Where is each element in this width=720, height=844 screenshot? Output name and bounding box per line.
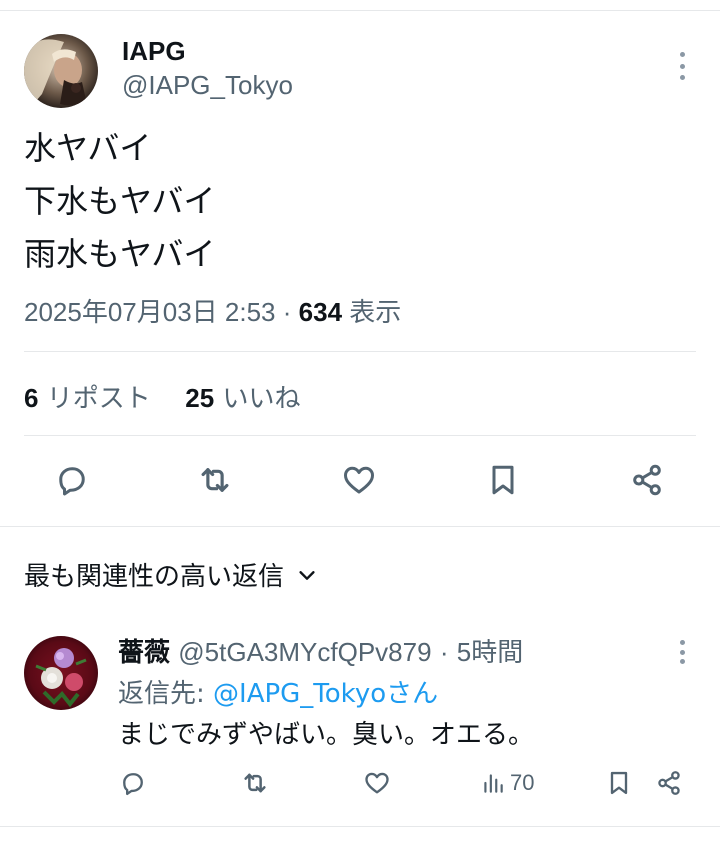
reply-author-display-name[interactable]: 薔薇 bbox=[118, 638, 170, 668]
replies-sort-dropdown[interactable]: 最も関連性の高い返信 bbox=[24, 556, 318, 593]
views-count: 634 bbox=[298, 297, 343, 327]
share-icon bbox=[633, 464, 661, 496]
avatar-image bbox=[24, 636, 98, 710]
reply-time[interactable]: 5時間 bbox=[457, 637, 523, 667]
like-icon bbox=[365, 772, 389, 794]
divider bbox=[24, 351, 696, 352]
reply-header: 薔薇 @5tGA3MYcfQPv879 · 5時間 bbox=[118, 632, 523, 669]
more-options-icon[interactable] bbox=[676, 52, 688, 80]
repost-button[interactable] bbox=[193, 458, 237, 502]
reply-like-button[interactable] bbox=[360, 766, 394, 800]
share-icon bbox=[658, 771, 680, 795]
analytics-icon bbox=[484, 774, 503, 793]
more-options-icon[interactable] bbox=[676, 640, 688, 664]
like-icon bbox=[344, 466, 374, 494]
tweet-stats: 6 リポスト 25 いいね bbox=[24, 378, 300, 415]
author-avatar[interactable] bbox=[24, 34, 98, 108]
chevron-down-icon bbox=[299, 570, 315, 580]
tweet-text-line-3: 雨水もヤバイ bbox=[24, 235, 216, 273]
author-handle[interactable]: @IAPG_Tokyo bbox=[122, 70, 293, 101]
bookmark-icon bbox=[492, 465, 514, 495]
reply-to-line: 返信先: @IAPG_Tokyoさん bbox=[118, 673, 438, 710]
tweet-meta: 2025年07月03日 2:53 · 634 表示 bbox=[24, 292, 401, 329]
tweet-timestamp[interactable]: 2025年07月03日 2:53 bbox=[24, 297, 276, 327]
repost-icon bbox=[201, 468, 229, 492]
repost-icon bbox=[244, 773, 266, 793]
bookmark-button[interactable] bbox=[481, 458, 525, 502]
bookmark-icon bbox=[610, 771, 628, 795]
reposts-label: リポスト bbox=[46, 384, 151, 414]
top-divider bbox=[0, 10, 720, 11]
reply-reply-button[interactable] bbox=[116, 766, 150, 800]
views-label: 表示 bbox=[349, 297, 402, 327]
divider bbox=[24, 435, 696, 436]
reply-share-button[interactable] bbox=[652, 766, 686, 800]
reply-author-avatar[interactable] bbox=[24, 636, 98, 710]
reply-button[interactable] bbox=[50, 458, 94, 502]
reply-icon bbox=[123, 773, 143, 796]
reply-author-handle[interactable]: @5tGA3MYcfQPv879 bbox=[178, 637, 431, 667]
reply-to-prefix: 返信先: bbox=[118, 679, 214, 709]
reply-views-count: 70 bbox=[510, 770, 535, 795]
reply-text: まじでみずやばい。臭い。オエる。 bbox=[118, 720, 535, 750]
likes-stat[interactable]: 25 いいね bbox=[185, 383, 301, 414]
tweet-text-line-2: 下水もヤバイ bbox=[24, 182, 216, 220]
reposts-stat[interactable]: 6 リポスト bbox=[24, 383, 151, 414]
reply-repost-button[interactable] bbox=[238, 766, 272, 800]
tweet-text-line-1: 水ヤバイ bbox=[24, 129, 152, 167]
author-display-name[interactable]: IAPG bbox=[122, 36, 186, 67]
reply-bookmark-button[interactable] bbox=[602, 766, 636, 800]
share-button[interactable] bbox=[625, 458, 669, 502]
bottom-divider bbox=[0, 826, 720, 827]
like-button[interactable] bbox=[337, 458, 381, 502]
likes-count: 25 bbox=[185, 383, 215, 413]
meta-separator: · bbox=[439, 637, 449, 667]
avatar-image bbox=[24, 34, 98, 108]
reply-icon bbox=[59, 467, 85, 496]
reply-views-button[interactable]: 70 bbox=[480, 766, 534, 800]
reply-to-handle-link[interactable]: @IAPG_Tokyoさん bbox=[213, 679, 438, 709]
meta-separator: · bbox=[282, 297, 292, 327]
replies-sort-label: 最も関連性の高い返信 bbox=[24, 562, 285, 592]
likes-label: いいね bbox=[222, 384, 301, 414]
section-divider bbox=[0, 526, 720, 527]
reposts-count: 6 bbox=[24, 383, 39, 413]
